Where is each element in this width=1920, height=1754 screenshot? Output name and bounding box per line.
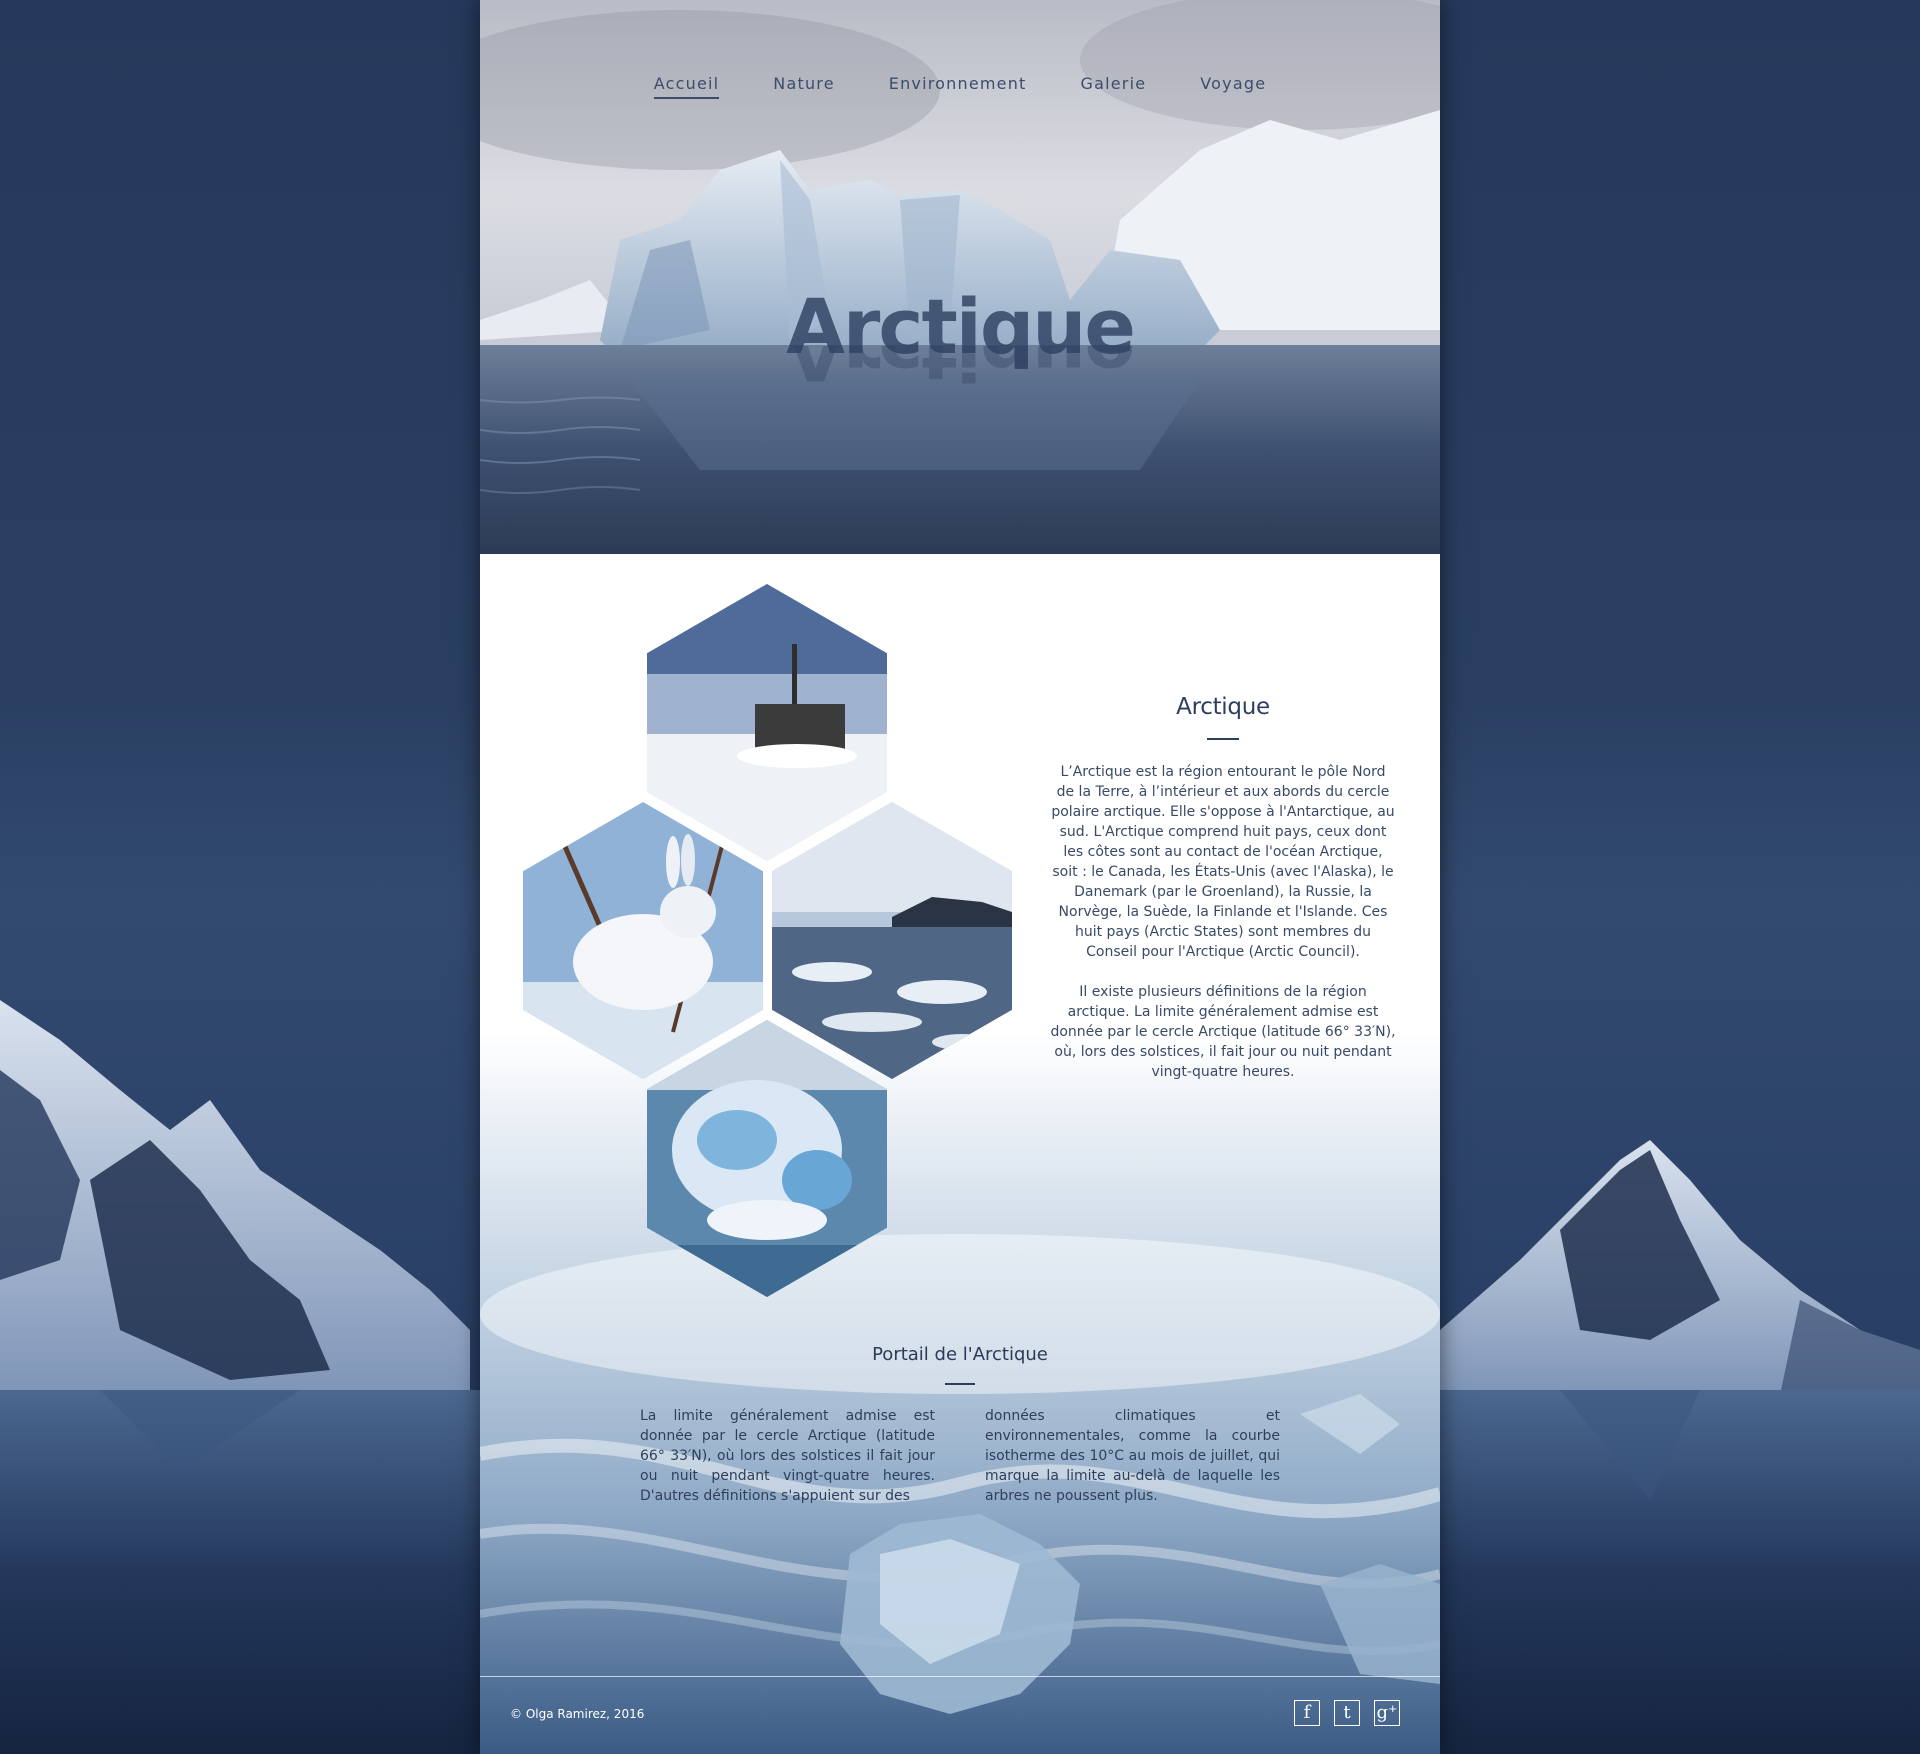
portal-column-2: données climatiques et environnementales… — [985, 1408, 1280, 1504]
tumblr-icon[interactable]: t — [1334, 1700, 1360, 1726]
nav-item-accueil[interactable]: Accueil — [653, 74, 720, 99]
portal-divider — [945, 1383, 975, 1385]
copyright-text: © Olga Ramirez, 2016 — [510, 1707, 645, 1721]
portal-section: Portail de l'Arctique — [480, 1344, 1440, 1403]
about-divider — [1207, 738, 1239, 740]
nav-item-galerie[interactable]: Galerie — [1081, 74, 1147, 99]
hero-banner: Accueil Nature Environnement Galerie Voy… — [480, 0, 1440, 554]
about-paragraph-2: Il existe plusieurs définitions de la ré… — [1050, 984, 1396, 1080]
about-section: Arctique L’Arctique est la région entour… — [1050, 694, 1396, 1102]
main-nav: Accueil Nature Environnement Galerie Voy… — [480, 74, 1440, 99]
nav-item-voyage[interactable]: Voyage — [1200, 74, 1266, 99]
portal-column-1: La limite généralement admise est donnée… — [640, 1408, 935, 1504]
social-links: f t g⁺ — [1294, 1700, 1400, 1726]
portal-columns: La limite généralement admise est donnée… — [640, 1406, 1280, 1506]
about-title: Arctique — [1176, 694, 1270, 720]
hero-title-reflection: Arctique — [786, 346, 1134, 397]
about-paragraph-1: L’Arctique est la région entourant le pô… — [1051, 764, 1395, 960]
facebook-icon[interactable]: f — [1294, 1700, 1320, 1726]
portal-title: Portail de l'Arctique — [872, 1344, 1048, 1365]
nav-item-environnement[interactable]: Environnement — [889, 74, 1027, 99]
nav-item-nature[interactable]: Nature — [773, 74, 834, 99]
google-plus-icon[interactable]: g⁺ — [1374, 1700, 1400, 1726]
main-section: Arctique L’Arctique est la région entour… — [480, 554, 1440, 1754]
content-column: Accueil Nature Environnement Galerie Voy… — [480, 0, 1440, 1754]
footer: © Olga Ramirez, 2016 f t g⁺ — [480, 1676, 1440, 1754]
